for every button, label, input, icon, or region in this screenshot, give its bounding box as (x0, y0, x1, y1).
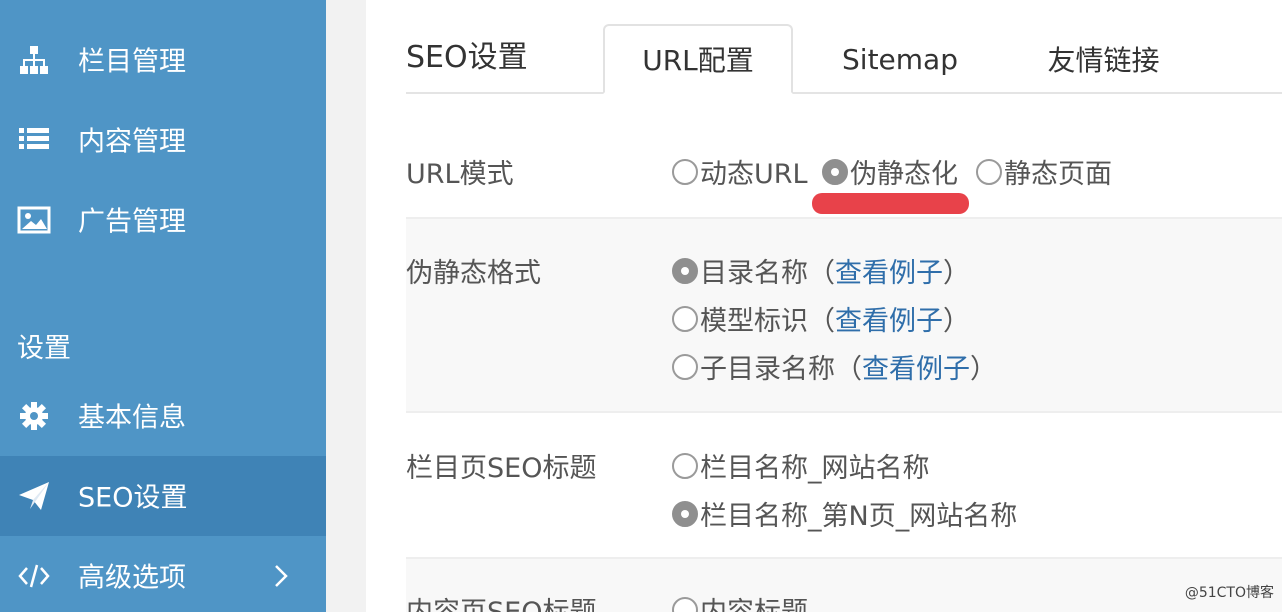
sidebar-item-label: 广告管理 (78, 206, 186, 238)
url-mode-static-option[interactable]: 静态页面 (976, 152, 1112, 191)
image-icon (17, 203, 51, 237)
option-label: 模型标识（ (700, 306, 835, 337)
rewrite-format-model-id-option[interactable]: 模型标识（ 查看例子） (672, 299, 970, 338)
radio-button[interactable] (822, 158, 848, 185)
sidebar-item-basic-info[interactable]: 基本信息 (0, 376, 326, 456)
radio-button[interactable] (672, 257, 698, 284)
sidebar-section-settings: 设置 (17, 333, 71, 364)
row-divider (406, 411, 1282, 413)
gear-icon (17, 399, 51, 433)
tab-url-config[interactable]: URL配置 (603, 24, 793, 94)
sidebar-item-label: 栏目管理 (78, 46, 186, 78)
rewrite-format-subdir-name-option[interactable]: 子目录名称（ 查看例子） (672, 347, 997, 386)
sidebar-item-label: SEO设置 (78, 482, 188, 514)
radio-button[interactable] (672, 500, 698, 527)
main-panel: SEO设置 URL配置 Sitemap 友情链接 URL模式 动态URL 伪静态… (366, 0, 1282, 612)
watermark: @51CTO博客 (1184, 585, 1274, 601)
radio-button[interactable] (672, 596, 698, 612)
option-label: 子目录名称（ (700, 354, 862, 385)
option-label: 目录名称（ (700, 258, 835, 289)
sidebar-item-label: 基本信息 (78, 402, 186, 434)
page-title: SEO设置 (406, 40, 528, 75)
radio-button[interactable] (672, 353, 698, 380)
option-suffix: ） (943, 306, 970, 337)
option-label: 栏目名称_第N页_网站名称 (700, 501, 1018, 532)
sidebar-item-label: 高级选项 (78, 562, 186, 594)
option-label: 静态页面 (1004, 159, 1112, 190)
list-icon (17, 123, 51, 157)
option-label: 动态URL (700, 159, 808, 190)
sitemap-icon (17, 43, 51, 77)
content-seo-title-option-1[interactable]: 内容标题 (672, 590, 808, 612)
tab-sitemap[interactable]: Sitemap (806, 24, 994, 94)
radio-button[interactable] (672, 305, 698, 332)
url-mode-label: URL模式 (406, 159, 514, 190)
url-mode-rewrite-option[interactable]: 伪静态化 (822, 152, 958, 191)
radio-button[interactable] (976, 158, 1002, 185)
content-seo-title-label: 内容页SEO标题 (406, 590, 596, 612)
paper-plane-icon (17, 479, 51, 513)
sidebar-item-content-management[interactable]: 内容管理 (0, 100, 326, 180)
category-seo-title-option-1[interactable]: 栏目名称_网站名称 (672, 446, 930, 485)
view-example-link[interactable]: 查看例子 (862, 347, 970, 386)
category-seo-title-option-2[interactable]: 栏目名称_第N页_网站名称 (672, 494, 1017, 533)
content-gutter (326, 0, 366, 612)
url-mode-dynamic-option[interactable]: 动态URL (672, 152, 808, 191)
radio-button[interactable] (672, 158, 698, 185)
rewrite-format-dir-name-option[interactable]: 目录名称（ 查看例子） (672, 251, 970, 290)
chevron-right-icon (268, 563, 294, 589)
option-label: 栏目名称_网站名称 (700, 453, 930, 484)
rewrite-format-label: 伪静态格式 (406, 258, 541, 289)
option-label: 伪静态化 (850, 159, 958, 190)
view-example-link[interactable]: 查看例子 (835, 299, 943, 338)
sidebar-item-advanced-options[interactable]: 高级选项 (0, 536, 326, 612)
sidebar-item-label: 内容管理 (78, 126, 186, 158)
radio-button[interactable] (672, 452, 698, 479)
code-icon (17, 559, 51, 593)
option-suffix: ） (943, 258, 970, 289)
view-example-link[interactable]: 查看例子 (835, 251, 943, 290)
sidebar-item-ad-management[interactable]: 广告管理 (0, 180, 326, 260)
highlight-annotation-mark (812, 193, 969, 214)
category-seo-title-label: 栏目页SEO标题 (406, 453, 597, 484)
sidebar-item-column-management[interactable]: 栏目管理 (0, 20, 326, 100)
sidebar: 栏目管理 内容管理 广告管理 设置 基本信息 SEO设置 高级选项 (0, 0, 326, 612)
option-suffix: ） (970, 354, 997, 385)
sidebar-item-seo-settings[interactable]: SEO设置 (0, 456, 326, 536)
tab-friend-links[interactable]: 友情链接 (1006, 24, 1201, 94)
option-label: 内容标题 (700, 590, 808, 612)
